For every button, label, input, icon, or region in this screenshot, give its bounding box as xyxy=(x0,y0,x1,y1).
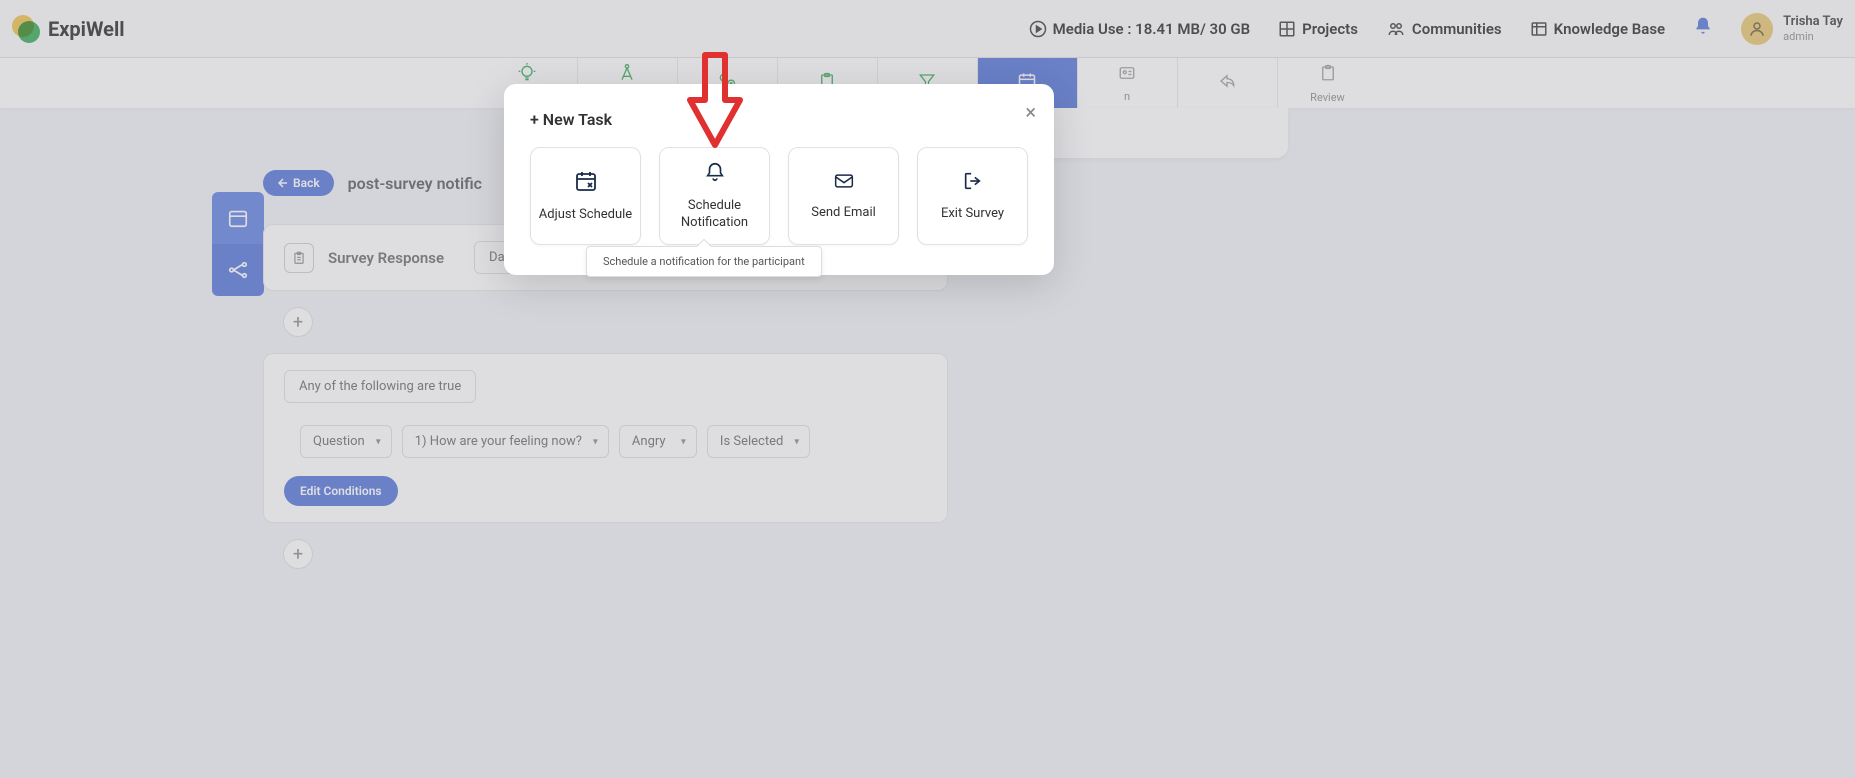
task-send-email[interactable]: Send Email xyxy=(788,147,899,245)
close-icon: × xyxy=(1025,100,1036,124)
tooltip-text: Schedule a notification for the particip… xyxy=(603,255,805,268)
envelope-icon xyxy=(831,171,857,197)
task-email-label: Send Email xyxy=(811,205,876,222)
task-exit-label: Exit Survey xyxy=(941,206,1004,223)
calendar-edit-icon xyxy=(574,169,598,199)
exit-icon xyxy=(960,170,986,198)
task-exit-survey[interactable]: Exit Survey xyxy=(917,147,1028,245)
task-adjust-schedule[interactable]: Adjust Schedule xyxy=(530,147,641,245)
task-schedule-notification[interactable]: Schedule Notification xyxy=(659,147,770,245)
close-modal-button[interactable]: × xyxy=(1025,100,1036,124)
task-tooltip: Schedule a notification for the particip… xyxy=(586,246,822,277)
bell-outline-icon xyxy=(704,160,726,190)
task-adjust-label: Adjust Schedule xyxy=(539,207,632,224)
modal-title: + New Task xyxy=(530,110,1028,129)
task-notify-label: Schedule Notification xyxy=(660,198,769,232)
